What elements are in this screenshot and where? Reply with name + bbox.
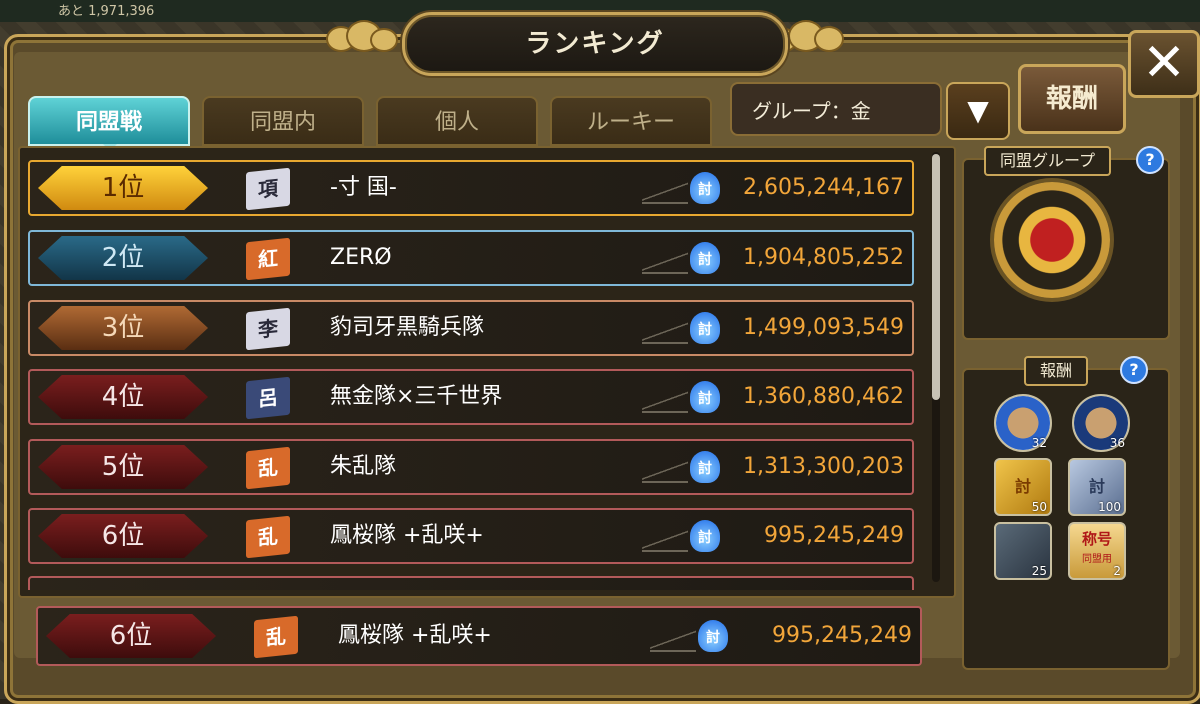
score-flame-icon: 討 [690,172,720,204]
rank-badge: 6位 [46,614,216,658]
alliance-flag-icon: 乱 [246,446,290,490]
alliance-score: 1,499,093,549 [743,315,904,340]
triangle-down-icon: ▼ [967,94,989,127]
ranking-row[interactable]: 5位 乱 朱乱隊 討 1,313,300,203 [28,439,914,495]
alliance-group-title: 同盟グループ [984,146,1112,176]
scroll-item-icon[interactable]: 25 [994,522,1052,580]
group-dropdown-button[interactable]: ▼ [946,82,1010,140]
score-flame-icon: 討 [690,242,720,274]
alliance-flag-icon: 項 [246,167,290,211]
ranking-row-partial [28,576,914,590]
rank-badge: 4位 [38,375,208,419]
silver-ticket-icon[interactable]: 討 100 [1068,458,1126,516]
rank-badge: 2位 [38,236,208,280]
rank-badge: 3位 [38,306,208,350]
title-item-sub: 同盟用 [1082,554,1112,565]
group-select[interactable]: グループ：金 [730,82,942,136]
alliance-flag-icon: 乱 [246,515,290,559]
portrait-medal-icon[interactable]: 36 [1072,394,1130,452]
item-count: 25 [1031,564,1047,578]
alliance-score: 1,904,805,252 [743,245,904,270]
own-alliance-row[interactable]: 6位 乱 鳳桜隊 +乱咲+ 討 995,245,249 [36,606,922,666]
alliance-name: 鳳桜隊 +乱咲+ [330,523,484,548]
alliance-name: 無金隊×三千世界 [330,384,503,409]
alliance-name: -寸 国- [330,175,397,200]
alliance-score: 1,360,880,462 [743,384,904,409]
item-count: 36 [1109,436,1125,450]
alliance-score: 1,313,300,203 [743,454,904,479]
alliance-flag-icon: 紅 [246,237,290,281]
alliance-flag-icon: 乱 [254,615,298,659]
close-icon: ✕ [1142,33,1186,93]
alliance-score: 2,605,244,167 [743,175,904,200]
alliance-group-help-icon[interactable]: ? [1136,146,1164,174]
ranking-row[interactable]: 3位 李 豹司牙黒騎兵隊 討 1,499,093,549 [28,300,914,356]
alliance-flag-icon: 呂 [246,376,290,420]
rank-badge: 5位 [38,445,208,489]
ranking-row[interactable]: 6位 乱 鳳桜隊 +乱咲+ 討 995,245,249 [28,508,914,564]
title-item-icon[interactable]: 称号 同盟用 2 [1068,522,1126,580]
divider-ornament [650,628,696,652]
gold-ticket-icon[interactable]: 討 50 [994,458,1052,516]
divider-ornament [642,459,688,483]
alliance-score: 995,245,249 [764,523,904,548]
score-flame-icon: 討 [690,451,720,483]
divider-ornament [642,389,688,413]
score-flame-icon: 討 [698,620,728,652]
tab-in-alliance[interactable]: 同盟内 [202,96,364,146]
item-count: 32 [1031,436,1047,450]
alliance-name: 鳳桜隊 +乱咲+ [338,623,492,648]
alliance-name: 朱乱隊 [330,454,397,479]
resource-counter: あと 1,971,396 [58,4,155,19]
close-button[interactable]: ✕ [1128,30,1200,98]
rank-badge: 1位 [38,166,208,210]
score-flame-icon: 討 [690,381,720,413]
alliance-name: ZERØ [330,245,392,270]
scrollbar-thumb[interactable] [932,154,940,400]
divider-ornament [642,250,688,274]
alliance-name: 豹司牙黒騎兵隊 [330,315,485,340]
score-flame-icon: 討 [690,312,720,344]
reward-panel-title: 報酬 [1024,356,1089,386]
score-flame-icon: 討 [690,520,720,552]
alliance-score: 995,245,249 [772,623,912,648]
reward-button[interactable]: 報酬 [1018,64,1126,134]
tab-individual[interactable]: 個人 [376,96,538,146]
tab-alliance-battle[interactable]: 同盟戦 [28,96,190,146]
divider-ornament [642,180,688,204]
rank-badge: 6位 [38,514,208,558]
item-count: 50 [1031,500,1047,514]
gold-group-emblem-icon [994,182,1110,298]
alliance-flag-icon: 李 [246,307,290,351]
window-title: ランキング [402,12,788,76]
ranking-row[interactable]: 2位 紅 ZERØ 討 1,904,805,252 [28,230,914,286]
cloud-ornament-left [326,18,398,58]
item-count: 100 [1098,500,1121,514]
divider-ornament [642,528,688,552]
reward-help-icon[interactable]: ? [1120,356,1148,384]
item-count: 2 [1113,564,1121,578]
divider-ornament [642,320,688,344]
tab-rookie[interactable]: ルーキー [550,96,712,146]
reward-panel: 報酬 [962,356,1170,670]
ranking-row[interactable]: 1位 項 -寸 国- 討 2,605,244,167 [28,160,914,216]
portrait-medal-icon[interactable]: 32 [994,394,1052,452]
ranking-row[interactable]: 4位 呂 無金隊×三千世界 討 1,360,880,462 [28,369,914,425]
